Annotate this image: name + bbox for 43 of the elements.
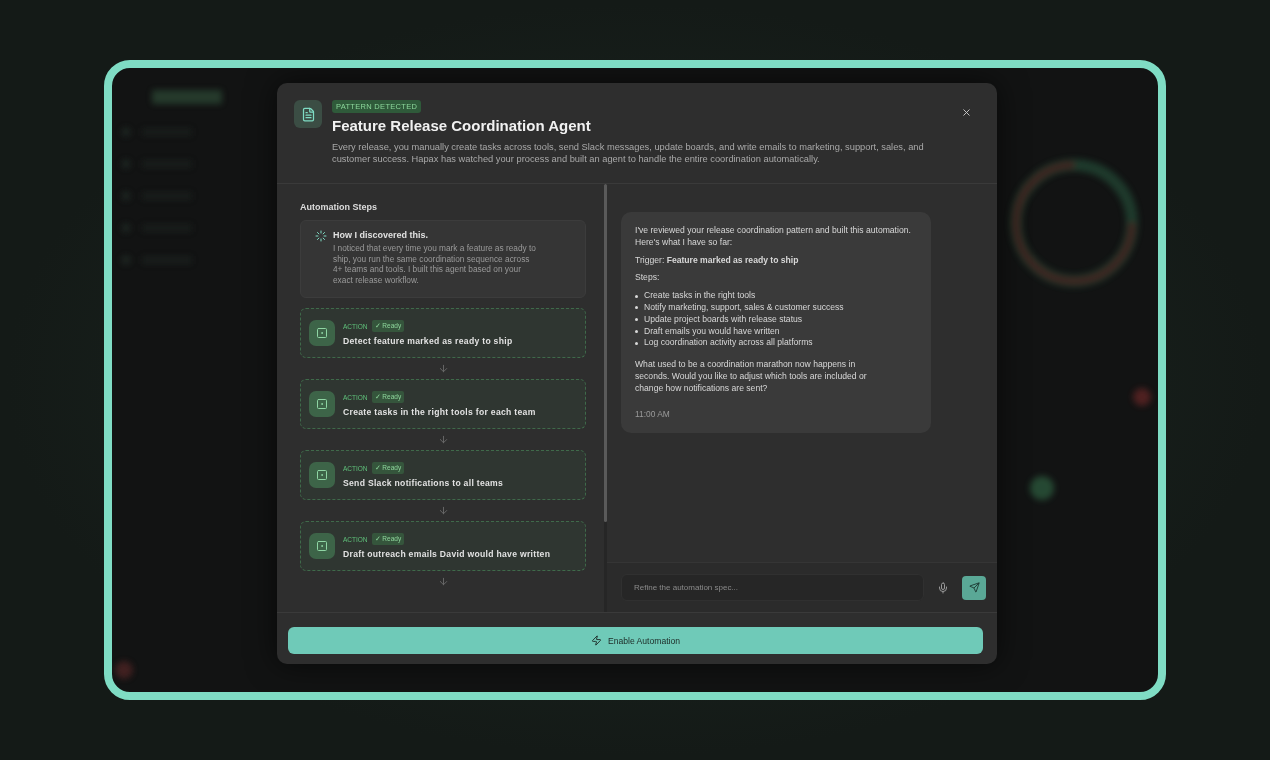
dialog-title: Feature Release Coordination Agent bbox=[332, 117, 591, 134]
arrow-down-icon bbox=[437, 434, 449, 445]
message-time: 11:00 AM bbox=[635, 408, 671, 421]
bullet-dot bbox=[635, 294, 638, 298]
send-icon bbox=[968, 582, 980, 593]
lightning-icon bbox=[590, 635, 602, 646]
square-icon bbox=[316, 327, 328, 339]
steps-label: Steps: bbox=[635, 272, 661, 285]
bullet-text: Update project boards with release status bbox=[644, 313, 803, 326]
square-icon bbox=[316, 540, 328, 552]
step-title: Create tasks in the right tools for each team bbox=[343, 407, 536, 417]
bullet-dot bbox=[635, 341, 638, 345]
arrow-down-icon bbox=[437, 505, 449, 516]
section-heading: Automation Steps bbox=[300, 202, 378, 212]
bullet-text: Create tasks in the right tools bbox=[644, 290, 756, 302]
file-icon bbox=[300, 106, 316, 122]
microphone-button[interactable] bbox=[936, 579, 950, 596]
bullet-text: Draft emails you would have written bbox=[644, 325, 780, 338]
close-icon bbox=[960, 106, 972, 118]
discovery-text: I noticed that every time you mark a feature as ready to ship, you run the same coordination sequence across 4+ teams and tools. I built this agent based on your exact release workflow. bbox=[333, 243, 537, 285]
arrow-down-icon bbox=[437, 576, 449, 587]
discovery-title: How I discovered this. bbox=[333, 230, 430, 240]
refine-input-field[interactable]: Refine the automation spec... bbox=[621, 574, 924, 601]
trigger-line: Trigger: Feature marked as ready to ship bbox=[635, 254, 800, 267]
scrollbar-thumb[interactable] bbox=[604, 184, 607, 522]
bullet-text: Notify marketing, support, sales & customer success bbox=[644, 302, 844, 314]
arrow-down-icon bbox=[437, 363, 449, 374]
microphone-icon bbox=[937, 581, 949, 594]
message-intro: I've reviewed your release coordination pattern and built this automation. Here's what I have so far: bbox=[635, 225, 912, 249]
bullet-dot bbox=[635, 306, 638, 310]
step-title: Draft outreach emails David would have written bbox=[343, 549, 551, 559]
spinner-icon bbox=[315, 230, 327, 242]
dialog-description: Every release, you manually create tasks across tools, send Slack messages, update boards, and write emails to marketing, support, sales, and customer success. Hapax has watched your process and built an agent to handle the entire coordination automatically. bbox=[332, 141, 924, 165]
square-icon bbox=[316, 469, 328, 481]
bullet-text: Log coordination activity across all platforms bbox=[644, 337, 813, 350]
bullet-dot bbox=[635, 318, 638, 322]
message-closing: What used to be a coordination marathon now happens in seconds. Would you like to adjust which tools are included or change how notifications are sent? bbox=[635, 359, 868, 395]
square-icon bbox=[316, 398, 328, 410]
step-title: Detect feature marked as ready to ship bbox=[343, 336, 513, 346]
enable-automation-button[interactable]: Enable Automation bbox=[288, 627, 983, 654]
send-button[interactable] bbox=[962, 575, 986, 600]
bullet-dot bbox=[635, 329, 638, 333]
step-title: Send Slack notifications to all teams bbox=[343, 478, 504, 488]
